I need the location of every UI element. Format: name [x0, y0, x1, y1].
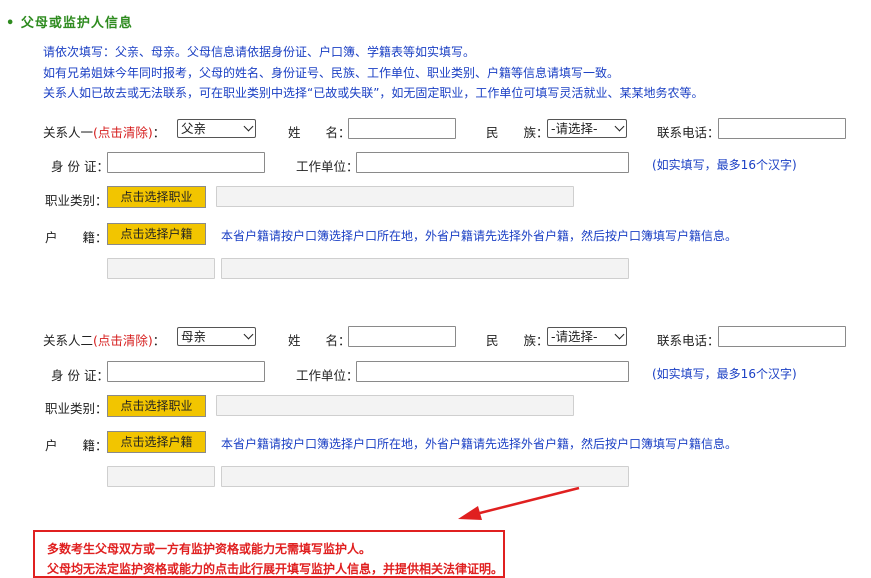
relation-2-select[interactable]: 母亲 [177, 327, 256, 346]
household-note-2: 本省户籍请按户口簿选择户口所在地，外省户籍请先选择外省户籍，然后按户口簿填写户籍… [221, 437, 738, 451]
chevron-down-icon [243, 121, 254, 132]
occupation-display-2 [216, 395, 574, 416]
annotation-arrow-icon [458, 486, 580, 520]
instruction-line-3: 关系人如已故去或无法联系，可在职业类别中选择“已故或失联”，如无固定职业，工作单… [43, 86, 704, 100]
phone-input-1[interactable] [718, 118, 846, 139]
name-label-2: 姓 名： [288, 333, 351, 348]
name-input-1[interactable] [348, 118, 456, 139]
household-code-2 [107, 466, 215, 487]
household-code-1 [107, 258, 215, 279]
work-unit-input-1[interactable] [356, 152, 629, 173]
clear-link-1[interactable]: (点击清除) [93, 125, 153, 140]
relation-2-label: 关系人二(点击清除)： [43, 333, 166, 348]
name-input-2[interactable] [348, 326, 456, 347]
work-unit-note-2: (如实填写，最多16个汉字) [652, 367, 797, 381]
work-unit-input-2[interactable] [356, 361, 629, 382]
name-label-1: 姓 名： [288, 125, 351, 140]
chevron-down-icon [614, 329, 625, 340]
household-note-1: 本省户籍请按户口簿选择户口所在地，外省户籍请先选择外省户籍，然后按户口簿填写户籍… [221, 229, 738, 243]
warning-line-1: 多数考生父母双方或一方有监护资格或能力无需填写监护人。 [47, 542, 372, 556]
ethnicity-label-1: 民 族： [486, 125, 549, 140]
relation-1-select[interactable]: 父亲 [177, 119, 256, 138]
chevron-down-icon [614, 121, 625, 132]
ethnicity-select-1[interactable]: -请选择- [547, 119, 627, 138]
ethnicity-select-2[interactable]: -请选择- [547, 327, 627, 346]
household-label-1: 户 籍： [45, 230, 108, 245]
choose-household-button-2[interactable]: 点击选择户籍 [107, 431, 206, 453]
phone-label-2: 联系电话： [657, 333, 720, 348]
id-input-1[interactable] [107, 152, 265, 173]
id-input-2[interactable] [107, 361, 265, 382]
guardian-warning-box[interactable]: 多数考生父母双方或一方有监护资格或能力无需填写监护人。 父母均无法定监护资格或能… [33, 530, 505, 578]
instruction-line-2: 如有兄弟姐妹今年同时报考，父母的姓名、身份证号、民族、工作单位、职业类别、户籍等… [43, 66, 620, 80]
id-label-2: 身 份 证： [51, 368, 109, 383]
occupation-display-1 [216, 186, 574, 207]
work-unit-label-2: 工作单位： [296, 368, 359, 383]
choose-household-button-1[interactable]: 点击选择户籍 [107, 223, 206, 245]
occupation-label-1: 职业类别： [45, 193, 108, 208]
phone-label-1: 联系电话： [657, 125, 720, 140]
work-unit-label-1: 工作单位： [296, 159, 359, 174]
phone-input-2[interactable] [718, 326, 846, 347]
choose-occupation-button-2[interactable]: 点击选择职业 [107, 395, 206, 417]
chevron-down-icon [243, 329, 254, 340]
household-label-2: 户 籍： [45, 438, 108, 453]
id-label-1: 身 份 证： [51, 159, 109, 174]
section-title: • 父母或监护人信息 [6, 16, 133, 31]
clear-link-2[interactable]: (点击清除) [93, 333, 153, 348]
instruction-line-1: 请依次填写：父亲、母亲。父母信息请依据身份证、户口簿、学籍表等如实填写。 [43, 45, 476, 59]
relation-1-label: 关系人一(点击清除)： [43, 125, 166, 140]
work-unit-note-1: (如实填写，最多16个汉字) [652, 158, 797, 172]
ethnicity-label-2: 民 族： [486, 333, 549, 348]
warning-line-2[interactable]: 父母均无法定监护资格或能力的点击此行展开填写监护人信息，并提供相关法律证明。 [47, 560, 503, 577]
occupation-label-2: 职业类别： [45, 401, 108, 416]
household-address-1 [221, 258, 629, 279]
choose-occupation-button-1[interactable]: 点击选择职业 [107, 186, 206, 208]
